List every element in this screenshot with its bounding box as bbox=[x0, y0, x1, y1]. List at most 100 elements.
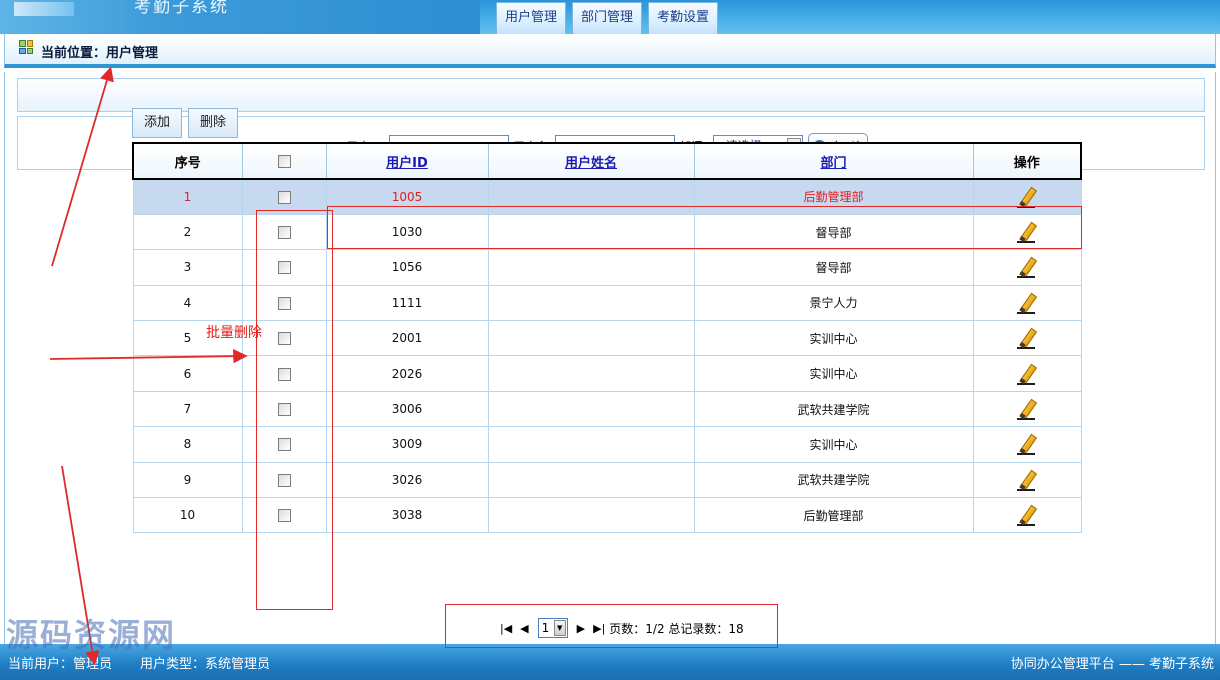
breadcrumb-text: 当前位置：用户管理 bbox=[41, 46, 159, 61]
row-select[interactable] bbox=[241, 497, 327, 534]
edit-pencil-icon[interactable] bbox=[1017, 256, 1037, 279]
edit-pencil-icon[interactable] bbox=[1017, 398, 1037, 421]
logo-icon bbox=[14, 2, 74, 16]
row-checkbox[interactable] bbox=[277, 226, 291, 240]
row-checkbox[interactable] bbox=[277, 296, 291, 310]
row-ops bbox=[972, 213, 1082, 251]
row-select[interactable] bbox=[241, 249, 327, 286]
row-checkbox[interactable] bbox=[277, 190, 291, 204]
table-row[interactable]: 1 1005 后勤管理部 bbox=[132, 178, 1082, 215]
page-select-value: 1 bbox=[541, 621, 550, 635]
row-checkbox[interactable] bbox=[277, 367, 291, 381]
row-select[interactable] bbox=[241, 390, 327, 428]
row-user-name bbox=[487, 178, 695, 215]
delete-button[interactable]: 删除 bbox=[188, 108, 238, 138]
row-checkbox[interactable] bbox=[277, 438, 291, 452]
row-dept: 实训中心 bbox=[693, 426, 974, 463]
first-page-icon[interactable]: |◀ bbox=[500, 622, 512, 635]
table-row[interactable]: 5 2001 实训中心 bbox=[132, 320, 1082, 357]
row-select[interactable] bbox=[241, 284, 327, 322]
row-index: 9 bbox=[132, 461, 243, 499]
row-checkbox[interactable] bbox=[277, 332, 291, 346]
select-all-checkbox[interactable] bbox=[277, 154, 291, 168]
sort-user-id-link[interactable]: 用户ID bbox=[386, 156, 428, 171]
breadcrumb: 当前位置：用户管理 bbox=[4, 34, 1216, 68]
row-checkbox[interactable] bbox=[277, 261, 291, 275]
top-header: 考勤子系统 用户管理 部门管理 考勤设置 bbox=[0, 0, 1220, 34]
row-ops bbox=[972, 497, 1082, 534]
edit-pencil-icon[interactable] bbox=[1017, 186, 1037, 208]
table-row[interactable]: 4 1111 景宁人力 bbox=[132, 284, 1082, 322]
row-user-id: 3009 bbox=[325, 426, 489, 463]
table-row[interactable]: 8 3009 实训中心 bbox=[132, 426, 1082, 463]
tab-attendance-settings[interactable]: 考勤设置 bbox=[648, 2, 718, 34]
edit-pencil-icon[interactable] bbox=[1017, 363, 1037, 385]
table-row[interactable]: 6 2026 实训中心 bbox=[132, 355, 1082, 392]
last-page-icon[interactable]: ▶| bbox=[593, 622, 605, 635]
edit-pencil-icon[interactable] bbox=[1017, 433, 1037, 456]
col-user-name-header[interactable]: 用户姓名 bbox=[487, 142, 695, 180]
row-user-id: 1005 bbox=[325, 178, 489, 215]
row-select[interactable] bbox=[241, 426, 327, 463]
table-row[interactable]: 7 3006 武软共建学院 bbox=[132, 390, 1082, 428]
col-user-id-header[interactable]: 用户ID bbox=[325, 142, 489, 180]
row-select[interactable] bbox=[241, 178, 327, 215]
row-index: 8 bbox=[132, 426, 243, 463]
row-ops bbox=[972, 284, 1082, 322]
row-user-id: 1111 bbox=[325, 284, 489, 322]
row-user-name bbox=[487, 284, 695, 322]
row-checkbox[interactable] bbox=[277, 509, 291, 523]
next-page-icon[interactable]: ▶ bbox=[577, 622, 585, 635]
panel-header bbox=[17, 78, 1205, 112]
edit-pencil-icon[interactable] bbox=[1017, 221, 1037, 244]
sort-user-name-link[interactable]: 用户姓名 bbox=[565, 156, 617, 171]
current-user: 当前用户：管理员 bbox=[8, 657, 113, 672]
row-ops bbox=[972, 426, 1082, 463]
row-user-id: 2026 bbox=[325, 355, 489, 392]
col-dept-header[interactable]: 部门 bbox=[693, 142, 974, 180]
row-ops bbox=[972, 355, 1082, 392]
row-index: 10 bbox=[132, 497, 243, 534]
system-title: 考勤子系统 bbox=[134, 0, 229, 17]
row-user-id: 3026 bbox=[325, 461, 489, 499]
prev-page-icon[interactable]: ◀ bbox=[520, 622, 528, 635]
table-header-row: 序号 用户ID 用户姓名 部门 操作 bbox=[132, 142, 1082, 180]
status-footer: 当前用户：管理员 用户类型：系统管理员 协同办公管理平台 —— 考勤子系统 bbox=[0, 644, 1220, 680]
row-index: 6 bbox=[132, 355, 243, 392]
tab-user-management[interactable]: 用户管理 bbox=[496, 2, 566, 34]
table-row[interactable]: 10 3038 后勤管理部 bbox=[132, 497, 1082, 534]
table-row[interactable]: 9 3026 武软共建学院 bbox=[132, 461, 1082, 499]
pager: |◀ ◀ 1 ▼ ▶ ▶| 页数：1/2 总记录数：18 bbox=[496, 616, 744, 640]
row-dept: 实训中心 bbox=[693, 320, 974, 357]
col-select-all[interactable] bbox=[241, 142, 327, 180]
watermark: 源码资源网 bbox=[6, 616, 177, 654]
table-row[interactable]: 3 1056 督导部 bbox=[132, 249, 1082, 286]
sort-dept-link[interactable]: 部门 bbox=[820, 156, 846, 171]
page-select[interactable]: 1 ▼ bbox=[537, 618, 568, 638]
row-ops bbox=[972, 390, 1082, 428]
row-dept: 实训中心 bbox=[693, 355, 974, 392]
row-user-id: 2001 bbox=[325, 320, 489, 357]
row-user-id: 3038 bbox=[325, 497, 489, 534]
row-select[interactable] bbox=[241, 213, 327, 251]
user-table: 序号 用户ID 用户姓名 部门 操作 1 1005 后勤管理部 2 1030 督… bbox=[132, 142, 1082, 534]
edit-pencil-icon[interactable] bbox=[1017, 469, 1037, 491]
add-button[interactable]: 添加 bbox=[132, 108, 182, 138]
grid-icon bbox=[19, 40, 33, 54]
row-user-name bbox=[487, 320, 695, 357]
edit-pencil-icon[interactable] bbox=[1017, 327, 1037, 350]
logo-area: 考勤子系统 bbox=[0, 0, 480, 34]
row-index: 1 bbox=[132, 178, 243, 215]
row-checkbox[interactable] bbox=[277, 403, 291, 417]
edit-pencil-icon[interactable] bbox=[1017, 504, 1037, 527]
edit-pencil-icon[interactable] bbox=[1017, 292, 1037, 314]
chevron-down-icon[interactable]: ▼ bbox=[553, 620, 566, 636]
row-user-id: 3006 bbox=[325, 390, 489, 428]
row-select[interactable] bbox=[241, 355, 327, 392]
tab-department-management[interactable]: 部门管理 bbox=[572, 2, 642, 34]
row-checkbox[interactable] bbox=[277, 473, 291, 487]
row-ops bbox=[972, 249, 1082, 286]
row-select[interactable] bbox=[241, 461, 327, 499]
table-row[interactable]: 2 1030 督导部 bbox=[132, 213, 1082, 251]
row-dept: 后勤管理部 bbox=[693, 497, 974, 534]
